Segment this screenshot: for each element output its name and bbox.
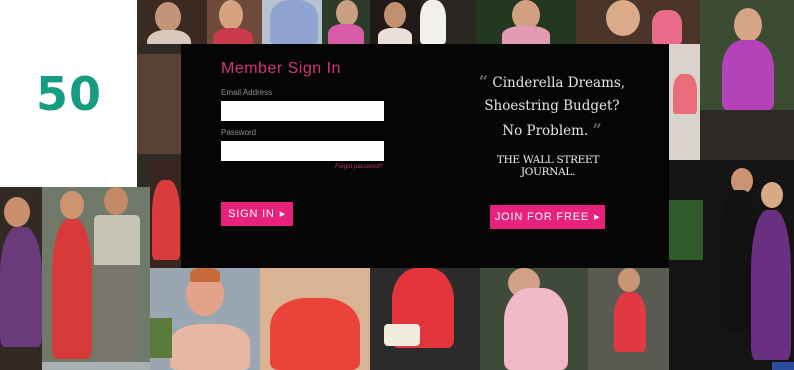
- collage-photo: [588, 268, 669, 370]
- collage-photo: [262, 0, 322, 44]
- quote-line-3: No Problem.: [502, 123, 589, 139]
- collage-photo: [476, 0, 576, 44]
- quote-line-2: Shoestring Budget?: [484, 98, 620, 114]
- collage-photo: [322, 0, 370, 44]
- collage-photo: [207, 0, 262, 44]
- collage-photo: [260, 268, 370, 370]
- arrow-right-icon: ▶: [279, 211, 286, 218]
- member-signin-modal: Member Sign In Email Address Password Fo…: [181, 44, 669, 268]
- collage-photo: [576, 0, 700, 44]
- collage-photo: [150, 268, 260, 370]
- password-label: Password: [221, 128, 257, 137]
- sign-in-button-label: SIGN IN: [228, 208, 275, 220]
- arrow-right-icon: ▶: [593, 214, 601, 221]
- sign-in-button[interactable]: SIGN IN ▶: [221, 202, 293, 226]
- collage-photo: [700, 0, 794, 160]
- press-source-logo: THE WALL STREET JOURNAL.: [496, 154, 600, 178]
- collage-photo: [370, 268, 480, 370]
- collage-photo: [42, 362, 150, 370]
- number-badge-panel: 50: [0, 0, 137, 187]
- forgot-password-link[interactable]: Forgot password?: [321, 164, 383, 170]
- corner-widget[interactable]: [772, 362, 794, 370]
- collage-photo: [669, 160, 794, 370]
- collage-photo: [137, 0, 207, 44]
- press-quote: “ Cinderella Dreams, Shoestring Budget? …: [477, 70, 627, 143]
- collage-photo: [42, 187, 150, 362]
- join-for-free-button[interactable]: JOIN FOR FREE ▶: [490, 205, 605, 229]
- collage-photo: [0, 187, 42, 370]
- close-quote-icon: ”: [592, 120, 602, 139]
- password-field[interactable]: [221, 141, 384, 161]
- collage-photo: [669, 44, 700, 160]
- quote-line-1: Cinderella Dreams,: [492, 75, 626, 91]
- collage-photo: [150, 160, 181, 270]
- email-field[interactable]: [221, 101, 384, 121]
- email-label: Email Address: [221, 88, 273, 97]
- signin-title: Member Sign In: [221, 60, 341, 77]
- collage-photo: [480, 268, 588, 370]
- open-quote-icon: “: [478, 72, 489, 91]
- collage-photo: [420, 0, 476, 44]
- badge-number: 50: [36, 67, 103, 121]
- collage-photo: [370, 0, 420, 44]
- join-button-label: JOIN FOR FREE: [494, 211, 589, 223]
